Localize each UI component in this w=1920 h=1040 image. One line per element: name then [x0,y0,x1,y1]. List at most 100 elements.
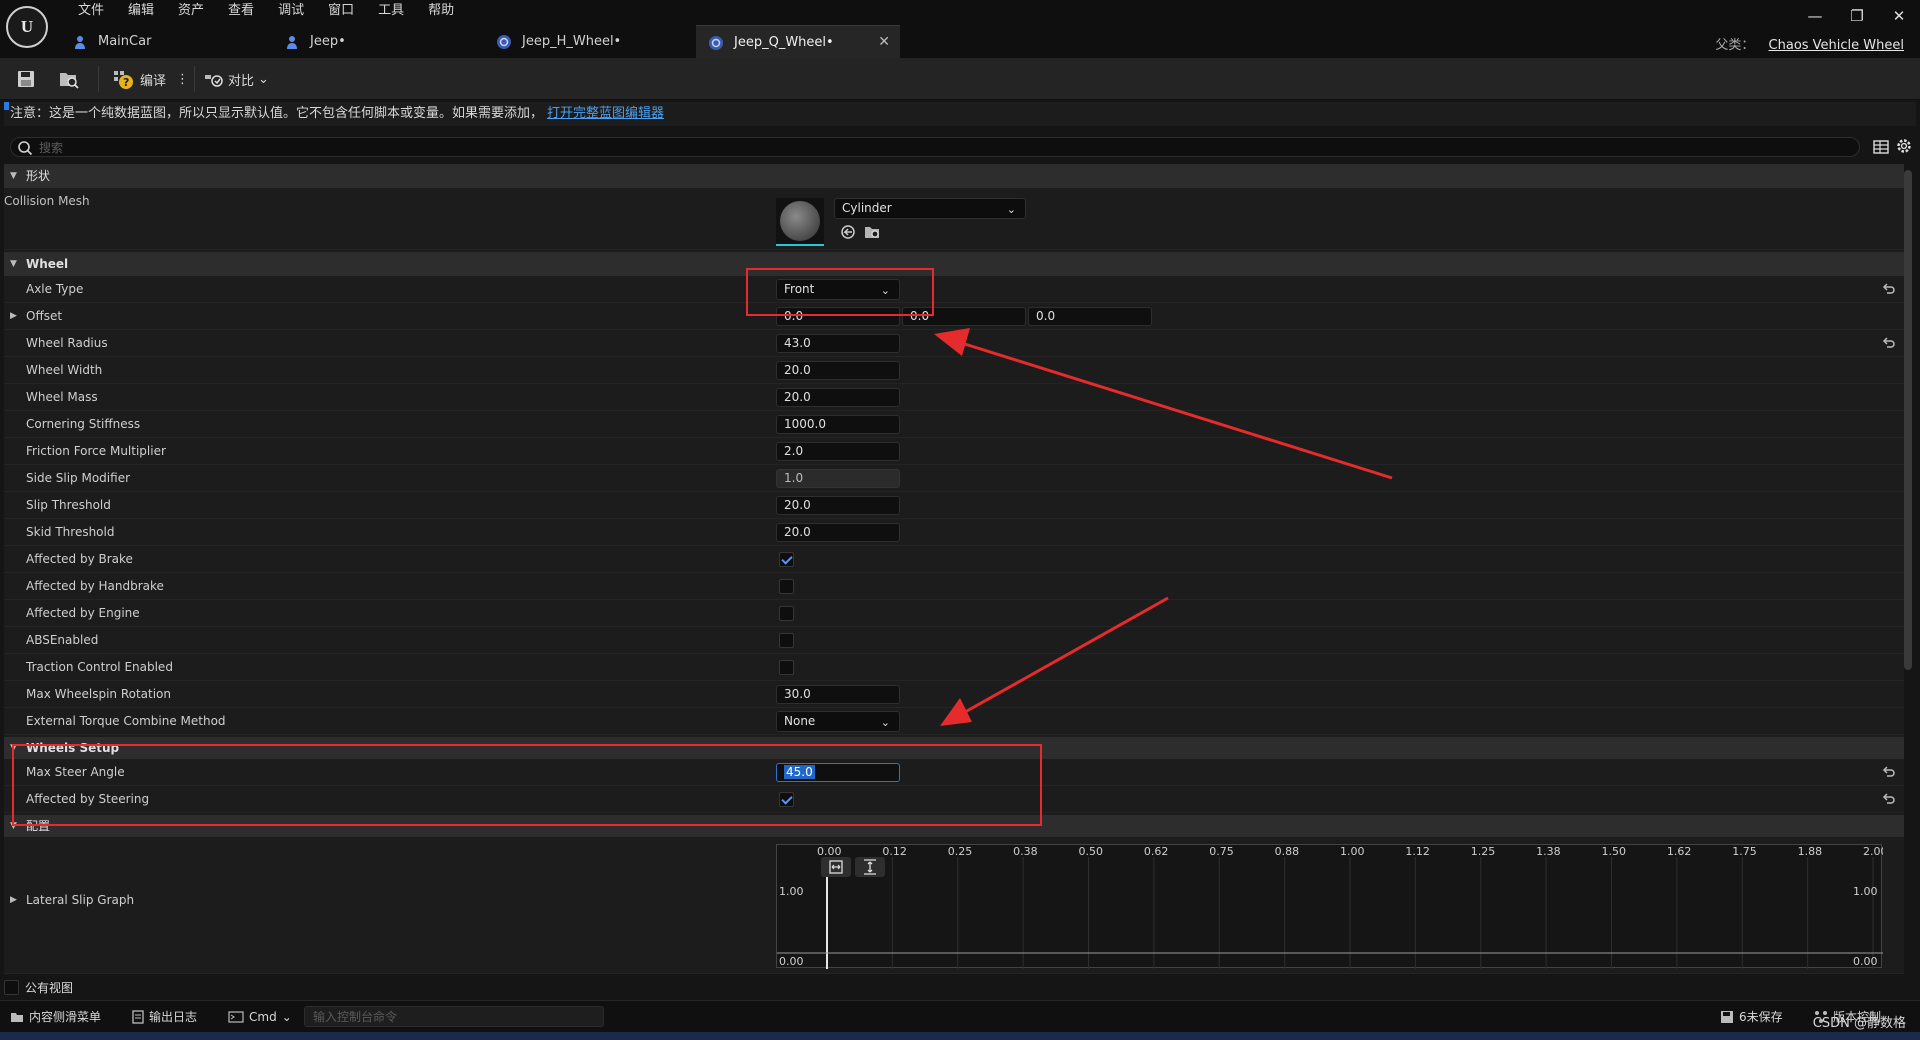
affected-by-handbrake-checkbox[interactable] [779,579,794,594]
chevron-down-icon: ⌄ [880,716,890,729]
slip-threshold-field[interactable]: 20.0 [776,496,900,515]
menu-tools[interactable]: 工具 [366,2,416,20]
traction-control-checkbox[interactable] [779,660,794,675]
unsaved-assets-button[interactable]: 6未保存 [1720,1008,1783,1026]
x-tick-label: 1.62 [1667,845,1692,858]
property-label: Wheel Radius [26,336,108,350]
menu-file[interactable]: 文件 [66,2,116,20]
menu-edit[interactable]: 编辑 [116,2,166,20]
tab-maincar[interactable]: MainCar [60,25,272,58]
compile-options-button[interactable]: ⋮ [176,66,189,92]
wheel-blueprint-icon [709,36,723,50]
notice-text: 注意：这是一个纯数据蓝图，所以只显示默认值。它不包含任何脚本或变量。如果需要添加… [10,106,544,121]
open-full-editor-link[interactable]: 打开完整蓝图编辑器 [547,106,664,121]
abs-enabled-checkbox[interactable] [779,633,794,648]
browse-button[interactable] [58,66,80,92]
lateral-slip-curve-graph[interactable]: 0.00 0.12 0.25 0.38 0.50 0.62 0.75 0.88 1.00 1.12… [776,844,1883,969]
compile-button[interactable]: ? 编译 [112,66,166,92]
tab-jeep-h-wheel[interactable]: Jeep_H_Wheel• [484,25,696,58]
expand-arrow-icon[interactable]: ▶ [10,303,17,330]
property-label: Wheel Width [26,363,103,377]
details-scrollbar[interactable] [1904,170,1912,670]
y-tick-label-top: 1.00 [779,885,804,898]
property-label: Cornering Stiffness [26,417,141,431]
offset-z-field[interactable]: 0.0 [1028,307,1152,326]
save-all-icon [1721,1011,1733,1023]
save-button[interactable] [16,66,36,92]
table-view-icon[interactable] [1872,138,1890,156]
category-wheel[interactable]: ▼ Wheel [4,252,1904,276]
terminal-icon [228,1011,244,1023]
row-affected-by-engine: Affected by Engine [4,600,1904,627]
menu-bar: 文件 编辑 资产 查看 调试 窗口 工具 帮助 [66,2,466,20]
property-label: Wheel Mass [26,390,98,404]
minimize-icon[interactable]: — [1794,0,1836,32]
restore-icon[interactable]: ❐ [1836,0,1878,32]
reset-to-default-icon[interactable] [1882,282,1896,296]
public-view-checkbox[interactable] [4,979,19,995]
wheel-width-field[interactable]: 20.0 [776,361,900,380]
console-command-input[interactable] [304,1006,604,1027]
category-label: Wheel [26,257,69,271]
cornering-stiffness-field[interactable]: 1000.0 [776,415,900,434]
gear-icon[interactable] [1895,137,1913,155]
sphere-mesh-icon [780,201,820,241]
fit-vertical-button[interactable] [855,857,885,877]
property-label: Traction Control Enabled [26,660,173,674]
data-only-notice: 注意：这是一个纯数据蓝图，所以只显示默认值。它不包含任何脚本或变量。如果需要添加… [4,102,1916,126]
category-shape[interactable]: ▼ 形状 [4,164,1904,188]
row-wheel-width: Wheel Width 20.0 [4,357,1904,384]
y-tick-label-bottom-right: 0.00 [1853,955,1878,968]
parent-class-link[interactable]: Chaos Vehicle Wheel [1769,38,1904,53]
use-selected-icon[interactable] [840,224,856,240]
diff-button[interactable]: 对比 ⌄ [204,66,269,92]
max-wheelspin-rotation-field[interactable]: 30.0 [776,685,900,704]
wheel-radius-field[interactable]: 43.0 [776,334,900,353]
wheel-mass-field[interactable]: 20.0 [776,388,900,407]
menu-help[interactable]: 帮助 [416,2,466,20]
reset-to-default-icon[interactable] [1882,765,1896,779]
reset-to-default-icon[interactable] [1882,336,1896,350]
expand-arrow-icon[interactable]: ▶ [10,887,17,914]
property-label: ABSEnabled [26,633,99,647]
external-torque-dropdown[interactable]: None ⌄ [776,711,900,732]
close-tab-icon[interactable]: ✕ [878,26,890,59]
side-slip-modifier-field[interactable]: 1.0 [776,469,900,488]
collision-mesh-dropdown[interactable]: Cylinder ⌄ [834,198,1026,219]
browse-asset-icon[interactable] [864,224,880,240]
x-tick-label: 0.88 [1275,845,1300,858]
friction-force-multiplier-field[interactable]: 2.0 [776,442,900,461]
menu-window[interactable]: 窗口 [316,2,366,20]
tab-label: Jeep• [310,34,346,49]
affected-by-engine-checkbox[interactable] [779,606,794,621]
menu-asset[interactable]: 资产 [166,2,216,20]
affected-by-brake-checkbox[interactable] [779,552,794,567]
row-affected-by-brake: Affected by Brake [4,546,1904,573]
row-offset: ▶ Offset 0.0 0.0 0.0 [4,303,1904,330]
public-view-toggle[interactable]: 公有视图 [4,978,73,996]
y-tick-label-bottom: 0.00 [779,955,804,968]
fit-horizontal-button[interactable] [821,857,851,877]
menu-view[interactable]: 查看 [216,2,266,20]
menu-debug[interactable]: 调试 [266,2,316,20]
search-input[interactable] [39,139,1539,156]
reset-to-default-icon[interactable] [1882,792,1896,806]
chevron-down-icon: ⌄ [1006,203,1016,216]
x-tick-label: 1.88 [1798,845,1823,858]
content-drawer-button[interactable]: 内容侧滑菜单 [10,1008,101,1026]
x-tick-label: 0.62 [1144,845,1169,858]
unreal-logo-icon[interactable]: U [6,6,48,48]
output-log-button[interactable]: 输出日志 [132,1008,197,1026]
chevron-down-icon: ⌄ [281,1010,292,1024]
skid-threshold-field[interactable]: 20.0 [776,523,900,542]
window-controls: — ❐ ✕ [1794,0,1920,32]
tab-jeep-q-wheel[interactable]: Jeep_Q_Wheel• ✕ [696,25,900,58]
blueprint-person-icon [75,36,85,49]
close-window-icon[interactable]: ✕ [1878,0,1920,32]
cmd-selector[interactable]: Cmd ⌄ [228,1008,292,1026]
mesh-thumbnail[interactable] [776,198,824,246]
document-tabs: MainCar Jeep• Jeep_H_Wheel• Jeep_Q_Wheel… [60,25,900,58]
y-tick-label-top-right: 1.00 [1853,885,1878,898]
tab-jeep[interactable]: Jeep• [272,25,484,58]
blueprint-person-icon [287,36,297,49]
